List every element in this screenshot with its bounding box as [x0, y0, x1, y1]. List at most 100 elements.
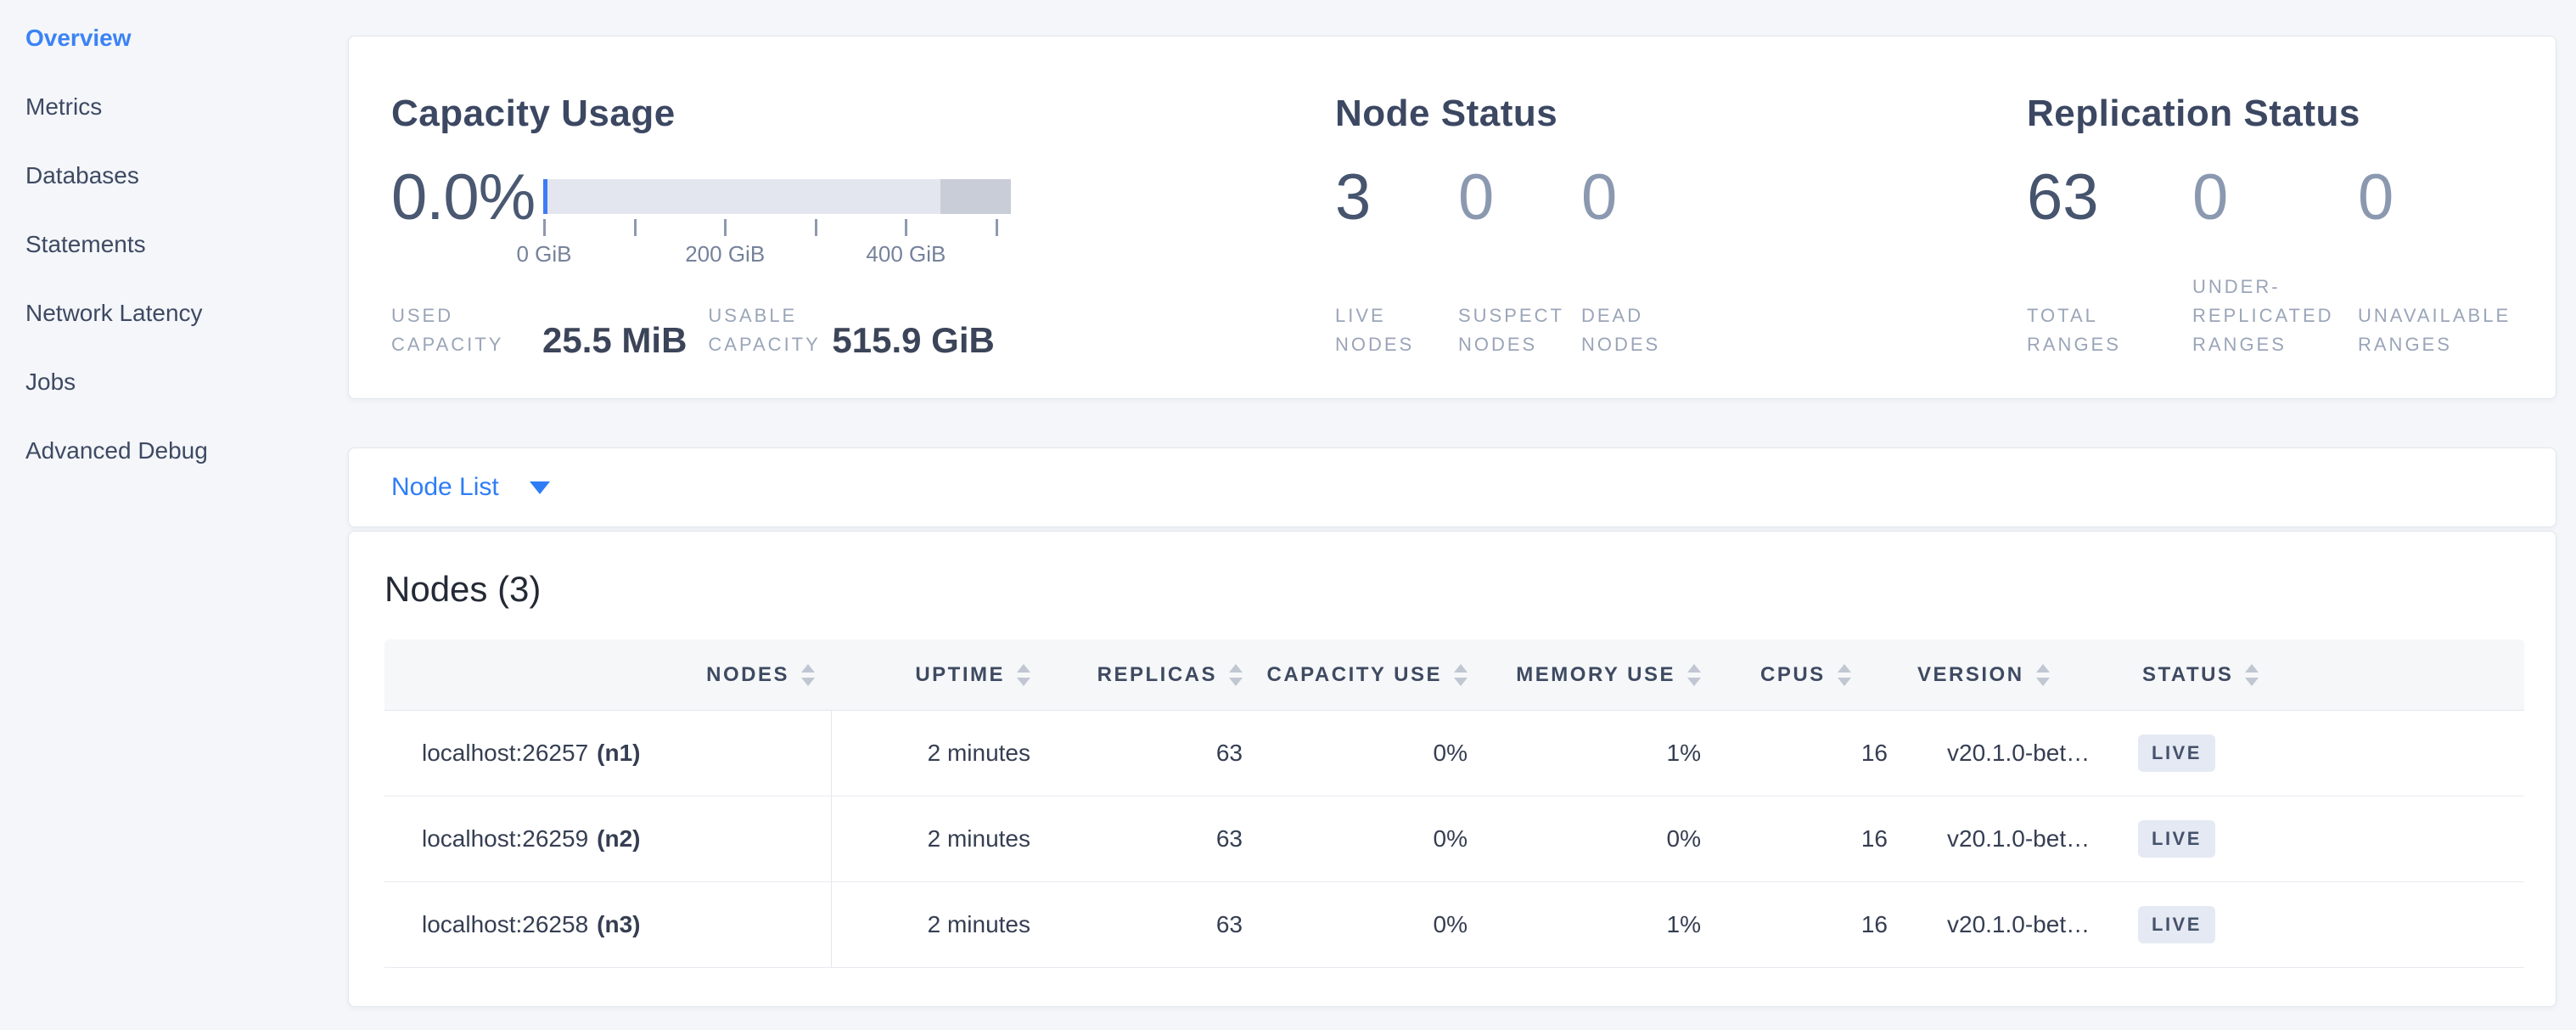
node-status-title: Node Status — [1335, 93, 1557, 135]
capacity-use-cell: 0% — [1260, 882, 1484, 967]
status-cell: LIVE — [2125, 711, 2524, 796]
table-row[interactable]: localhost:26257 (n1) 2 minutes 63 0% 1% … — [384, 711, 2524, 796]
column-header-label: VERSION — [1917, 663, 2024, 687]
summary-value: 25.5 MiB — [542, 322, 687, 359]
status-badge: LIVE — [2138, 906, 2215, 943]
sort-icon — [1229, 664, 1243, 686]
stat-value: 63 — [2027, 164, 2192, 232]
column-header-label: UPTIME — [915, 663, 1005, 687]
capacity-summary-item: USED CAPACITY 25.5 MiB — [391, 301, 687, 359]
uptime-cell: 2 minutes — [832, 796, 1047, 881]
node-id: (n1) — [597, 740, 640, 767]
memory-use-cell: 1% — [1484, 711, 1718, 796]
column-header[interactable]: CAPACITY USE — [1260, 639, 1484, 710]
axis-tick-label: 200 GiB — [685, 241, 765, 267]
capacity-percent: 0.0% — [391, 164, 535, 232]
capacity-summary: USED CAPACITY 25.5 MiB USABLE CAPACITY 5… — [391, 301, 995, 359]
sort-icon — [1687, 664, 1701, 686]
table-row[interactable]: localhost:26259 (n2) 2 minutes 63 0% 0% … — [384, 796, 2524, 882]
gauge-used-segment — [543, 179, 547, 214]
node-address-cell[interactable]: localhost:26259 (n2) — [384, 796, 832, 881]
capacity-gauge: 0 GiB200 GiB400 GiB — [543, 179, 1011, 268]
replication-status-panel: Replication Status 63 TOTAL RANGES 0 UND… — [2027, 37, 2545, 398]
capacity-summary-item: USABLE CAPACITY 515.9 GiB — [708, 301, 994, 359]
stat-value: 3 — [1335, 164, 1458, 232]
node-address: localhost:26258 — [422, 911, 588, 938]
sidebar-item[interactable]: Overview — [25, 24, 132, 53]
column-header[interactable]: CPUS — [1718, 639, 1905, 710]
stat-label: LIVE NODES — [1335, 301, 1458, 359]
uptime-cell: 2 minutes — [832, 882, 1047, 967]
gauge-axis-labels: 0 GiB200 GiB400 GiB — [544, 241, 996, 268]
node-list-dropdown[interactable]: Node List — [391, 448, 550, 526]
stat-label: SUSPECT NODES — [1458, 301, 1581, 359]
node-id: (n2) — [597, 825, 640, 853]
stat-item: 0 SUSPECT NODES — [1458, 164, 1581, 359]
node-id: (n3) — [597, 911, 640, 938]
replicas-cell: 63 — [1047, 882, 1260, 967]
cpus-cell: 16 — [1718, 796, 1905, 881]
sidebar-item[interactable]: Network Latency — [25, 299, 203, 328]
sort-icon — [1017, 664, 1030, 686]
node-address: localhost:26257 — [422, 740, 588, 767]
axis-tick — [996, 219, 998, 236]
stat-label: DEAD NODES — [1581, 301, 1704, 359]
memory-use-cell: 0% — [1484, 796, 1718, 881]
status-badge: LIVE — [2138, 820, 2215, 858]
stat-item: 3 LIVE NODES — [1335, 164, 1458, 359]
capacity-gauge-track — [543, 179, 1011, 214]
sort-icon — [2036, 664, 2050, 686]
node-address-cell[interactable]: localhost:26258 (n3) — [384, 882, 832, 967]
sidebar-item[interactable]: Metrics — [25, 93, 102, 121]
stat-value: 0 — [2192, 164, 2358, 232]
column-header-label: CPUS — [1760, 663, 1826, 687]
sort-icon — [1838, 664, 1851, 686]
replication-status-stats: 63 TOTAL RANGES 0 UNDER-REPLICATED RANGE… — [2027, 164, 2523, 359]
view-selector-card: Node List — [348, 447, 2556, 527]
sort-icon — [801, 664, 815, 686]
column-header-label: CAPACITY USE — [1267, 663, 1442, 687]
status-cell: LIVE — [2125, 882, 2524, 967]
summary-label: USED CAPACITY — [391, 301, 520, 359]
table-row[interactable]: localhost:26258 (n3) 2 minutes 63 0% 1% … — [384, 882, 2524, 968]
uptime-cell: 2 minutes — [832, 711, 1047, 796]
column-header[interactable]: REPLICAS — [1047, 639, 1260, 710]
axis-tick — [543, 219, 546, 236]
nodes-table-card: Nodes (3) NODES UPTIME REPLICAS — [348, 531, 2556, 1007]
gauge-reserved-segment — [940, 179, 1011, 214]
nodes-table: NODES UPTIME REPLICAS CAPACITY USE — [384, 639, 2524, 968]
sidebar-item[interactable]: Statements — [25, 230, 146, 259]
status-cell: LIVE — [2125, 796, 2524, 881]
sidebar-item[interactable]: Advanced Debug — [25, 436, 208, 465]
axis-tick — [815, 219, 817, 236]
node-status-panel: Node Status 3 LIVE NODES 0 SUSPECT NODES… — [1335, 37, 2014, 398]
stat-value: 0 — [2358, 164, 2523, 232]
stat-item: 63 TOTAL RANGES — [2027, 164, 2192, 359]
stat-item: 0 UNDER-REPLICATED RANGES — [2192, 164, 2358, 359]
column-header[interactable]: STATUS — [2125, 639, 2524, 710]
cpus-cell: 16 — [1718, 711, 1905, 796]
stat-value: 0 — [1458, 164, 1581, 232]
node-list-dropdown-label: Node List — [391, 473, 499, 502]
stat-label: TOTAL RANGES — [2027, 301, 2192, 359]
capacity-use-cell: 0% — [1260, 796, 1484, 881]
version-cell: v20.1.0-bet… — [1905, 796, 2125, 881]
column-header[interactable]: VERSION — [1905, 639, 2125, 710]
table-header-row: NODES UPTIME REPLICAS CAPACITY USE — [384, 639, 2524, 711]
node-address-cell[interactable]: localhost:26257 (n1) — [384, 711, 832, 796]
column-header[interactable]: UPTIME — [832, 639, 1047, 710]
stat-item: 0 DEAD NODES — [1581, 164, 1704, 359]
column-header[interactable]: NODES — [384, 639, 832, 710]
column-header-label: STATUS — [2142, 663, 2233, 687]
summary-label: USABLE CAPACITY — [708, 301, 823, 359]
stat-item: 0 UNAVAILABLE RANGES — [2358, 164, 2523, 359]
sidebar: Overview Metrics Databases Statements Ne… — [0, 0, 348, 1030]
sidebar-item[interactable]: Jobs — [25, 368, 76, 397]
column-header[interactable]: MEMORY USE — [1484, 639, 1718, 710]
node-status-stats: 3 LIVE NODES 0 SUSPECT NODES 0 DEAD NODE… — [1335, 164, 1704, 359]
summary-value: 515.9 GiB — [832, 322, 994, 359]
sidebar-item[interactable]: Databases — [25, 161, 139, 190]
axis-tick-label: 0 GiB — [516, 241, 571, 267]
axis-tick — [634, 219, 637, 236]
chevron-down-icon — [530, 481, 550, 494]
